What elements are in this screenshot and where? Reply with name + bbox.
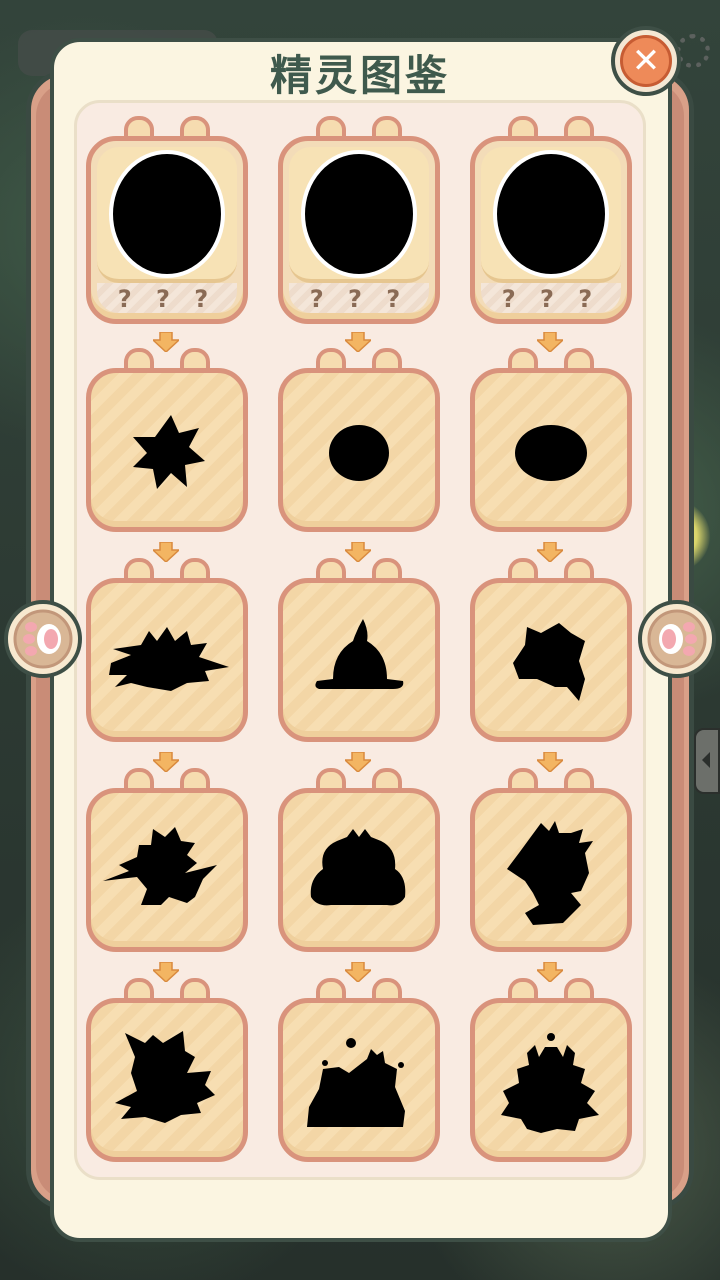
antlered-fox-silhouette-icon — [507, 821, 593, 925]
close-button[interactable]: ✕ — [611, 26, 681, 96]
oval-blob-silhouette-icon — [515, 425, 587, 481]
volcano-golem-silhouette-icon — [307, 1038, 405, 1127]
locked-name-label: ? ? ? — [309, 285, 409, 313]
spiky-star-silhouette-icon — [133, 415, 205, 489]
crowned-frog-silhouette-icon — [310, 829, 406, 906]
winged-cat-silhouette-icon — [115, 1031, 215, 1123]
close-icon: ✕ — [620, 35, 672, 87]
unknown-spirit-icon — [109, 150, 225, 278]
background-side-tab — [694, 728, 720, 794]
unknown-spirit-icon — [493, 150, 609, 278]
prev-page-button[interactable] — [4, 600, 82, 678]
lightning-imp-silhouette-icon — [103, 827, 217, 905]
locked-name-label: ? ? ? — [501, 285, 601, 313]
next-page-button[interactable] — [638, 600, 716, 678]
unknown-spirit-icon — [301, 150, 417, 278]
round-blob-silhouette-icon — [329, 425, 389, 481]
spiky-hedgehog-silhouette-icon — [109, 627, 229, 691]
crab-king-silhouette-icon — [501, 1033, 599, 1133]
close-glyph: ✕ — [631, 41, 661, 81]
locked-name-label: ? ? ? — [117, 285, 217, 313]
paw-icon — [647, 609, 707, 669]
paw-icon — [13, 609, 73, 669]
onion-sprout-silhouette-icon — [315, 619, 404, 689]
horned-beast-head-silhouette-icon — [513, 623, 585, 701]
